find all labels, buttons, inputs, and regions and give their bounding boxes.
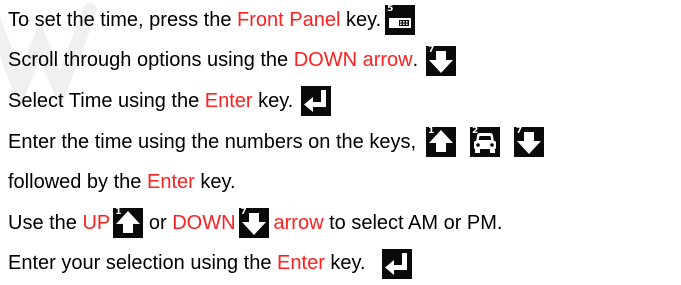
instruction-line-1: To set the time, press the Front Panel k…	[8, 0, 678, 41]
key-number: 1	[115, 207, 122, 218]
key-number: 7	[516, 126, 523, 137]
key-number: 7	[240, 207, 247, 218]
car-key: 2	[470, 126, 500, 158]
instruction-line-3: Select Time using the Enter key.	[8, 81, 678, 122]
highlight-enter: Enter	[204, 89, 253, 112]
text: Select Time using the	[8, 89, 205, 112]
highlight-arrow: arrow	[273, 211, 324, 234]
highlight-up: UP	[82, 211, 111, 234]
highlight-down-arrow: DOWN arrow	[293, 49, 413, 72]
text: or	[143, 211, 173, 234]
text: key.	[324, 252, 366, 275]
up-arrow-key: 1	[113, 207, 144, 239]
highlight-down: DOWN	[172, 211, 236, 234]
instruction-line-2: Scroll through options using the DOWN ar…	[8, 41, 678, 82]
text: key.	[252, 89, 294, 112]
enter-key	[301, 86, 332, 117]
text: key.	[340, 8, 382, 31]
text: followed by the	[8, 171, 147, 194]
text: To set the time, press the	[8, 8, 237, 31]
enter-key	[381, 248, 412, 279]
enter-icon	[384, 252, 407, 275]
front-panel-key: 5	[385, 4, 416, 36]
text: .	[412, 49, 419, 72]
text: Use the	[8, 211, 83, 234]
key-number: 2	[472, 126, 479, 137]
instruction-line-7: Enter your selection using the Enter key…	[8, 244, 678, 285]
highlight-enter: Enter	[277, 252, 325, 275]
text: Scroll through options using the	[8, 49, 294, 72]
instruction-line-4: Enter the time using the numbers on the …	[8, 122, 678, 163]
up-arrow-key: 1	[426, 126, 456, 158]
key-number: 7	[428, 44, 435, 55]
highlight-enter: Enter	[146, 171, 195, 194]
text: Enter your selection using the	[8, 252, 278, 275]
down-arrow-key: 7	[514, 126, 544, 158]
down-arrow-key: 7	[426, 44, 457, 76]
instruction-line-5: followed by the Enter key.	[8, 162, 678, 203]
instruction-line-6: Use the UP 1 or DOWN 7 arrow to select A…	[8, 203, 678, 244]
highlight-front-panel: Front Panel	[237, 8, 341, 31]
enter-icon	[304, 90, 327, 113]
key-number: 5	[387, 4, 394, 15]
down-arrow-key: 7	[238, 207, 269, 239]
instructions: To set the time, press the Front Panel k…	[8, 0, 678, 284]
key-number: 1	[428, 126, 435, 137]
text: key.	[194, 171, 236, 194]
text: Enter the time using the numbers on the …	[8, 130, 416, 153]
text: to select AM or PM.	[323, 211, 503, 234]
